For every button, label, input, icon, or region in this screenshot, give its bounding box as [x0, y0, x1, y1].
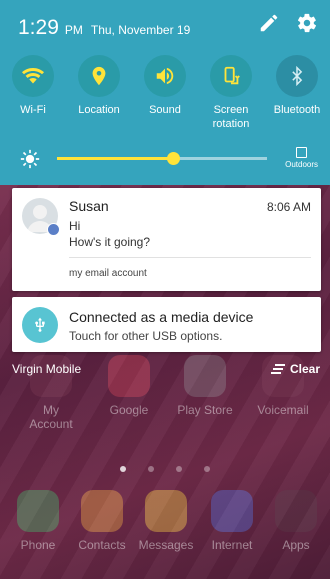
app-phone[interactable]: Phone [7, 490, 69, 552]
app-apps[interactable]: Apps [265, 490, 327, 552]
brightness-slider[interactable] [57, 152, 267, 165]
apps-grid-icon [275, 490, 317, 532]
app-label: Apps [282, 538, 310, 552]
app-google[interactable]: Google [98, 355, 160, 417]
brightness-control: Outdoors [0, 143, 330, 183]
screen-rotation-icon [210, 55, 252, 97]
sound-icon [144, 55, 186, 97]
app-label: Contacts [78, 538, 126, 552]
clock-time: 1:29 [18, 16, 59, 39]
email-badge-icon [47, 223, 60, 236]
app-label: Google [109, 403, 149, 417]
clear-lines-icon [270, 364, 285, 374]
app-label: My Account [29, 403, 73, 431]
tile-screen-rotation[interactable]: Screen rotation [198, 55, 264, 131]
carrier-label: Virgin Mobile [12, 362, 82, 376]
tile-label: Bluetooth [273, 104, 321, 116]
notification-sender: Susan [69, 198, 109, 214]
tile-bluetooth[interactable]: Bluetooth [264, 55, 330, 131]
tile-label: Sound [149, 104, 181, 116]
page-indicator [0, 459, 330, 477]
internet-icon [211, 490, 253, 532]
outdoors-checkbox-icon [296, 147, 308, 158]
usb-notification[interactable]: Connected as a media device Touch for ot… [12, 297, 321, 352]
notification-time: 8:06 AM [266, 200, 311, 214]
notification-message-line: How's it going? [69, 235, 150, 249]
tile-label: Wi-Fi [20, 104, 46, 116]
clear-button[interactable]: Clear [270, 362, 320, 376]
outdoors-label: Outdoors [285, 160, 318, 169]
page-dot [176, 466, 182, 472]
email-notification[interactable]: Susan 8:06 AM Hi How's it going? my emai… [12, 188, 321, 291]
play-store-icon [184, 355, 226, 397]
tile-wifi[interactable]: Wi-Fi [0, 55, 66, 131]
clock-date: Thu, November 19 [90, 23, 191, 37]
app-label: Phone [20, 538, 56, 552]
app-play-store[interactable]: Play Store [174, 355, 236, 417]
notification-account: my email account [69, 268, 147, 279]
page-dot [148, 466, 154, 472]
clear-label: Clear [289, 362, 320, 376]
brightness-fill [57, 157, 173, 160]
bluetooth-icon [276, 55, 318, 97]
messages-icon [145, 490, 187, 532]
app-label: Voicemail [257, 403, 309, 417]
app-label: Messages [138, 538, 194, 552]
settings-gear-icon[interactable] [296, 12, 318, 39]
page-dot [120, 466, 126, 472]
clock-ampm: PM [64, 23, 83, 37]
usb-icon [22, 307, 58, 343]
app-label: Internet [211, 538, 253, 552]
wifi-icon [12, 55, 54, 97]
divider [69, 257, 311, 258]
app-contacts[interactable]: Contacts [71, 490, 133, 552]
quick-panel: 1:29 PM Thu, November 19 Wi-Fi Location [0, 0, 330, 185]
tile-label: Location [78, 104, 120, 116]
app-label: Play Store [177, 403, 233, 417]
outdoors-toggle[interactable]: Outdoors [285, 147, 318, 169]
location-icon [78, 55, 120, 97]
tile-label: Screen rotation [212, 104, 250, 130]
usb-notification-subtitle: Touch for other USB options. [69, 329, 223, 343]
google-folder-icon [108, 355, 150, 397]
brightness-sun-icon [20, 149, 40, 169]
app-internet[interactable]: Internet [201, 490, 263, 552]
tile-location[interactable]: Location [66, 55, 132, 131]
notification-message-line: Hi [69, 219, 81, 233]
page-dot [204, 466, 210, 472]
status-clock: 1:29 PM Thu, November 19 [18, 16, 190, 40]
edit-pencil-icon[interactable] [258, 12, 280, 39]
brightness-slider-knob[interactable] [166, 152, 180, 165]
app-messages[interactable]: Messages [135, 490, 197, 552]
tile-sound[interactable]: Sound [132, 55, 198, 131]
usb-notification-title: Connected as a media device [69, 309, 254, 325]
phone-icon [17, 490, 59, 532]
contacts-icon [81, 490, 123, 532]
